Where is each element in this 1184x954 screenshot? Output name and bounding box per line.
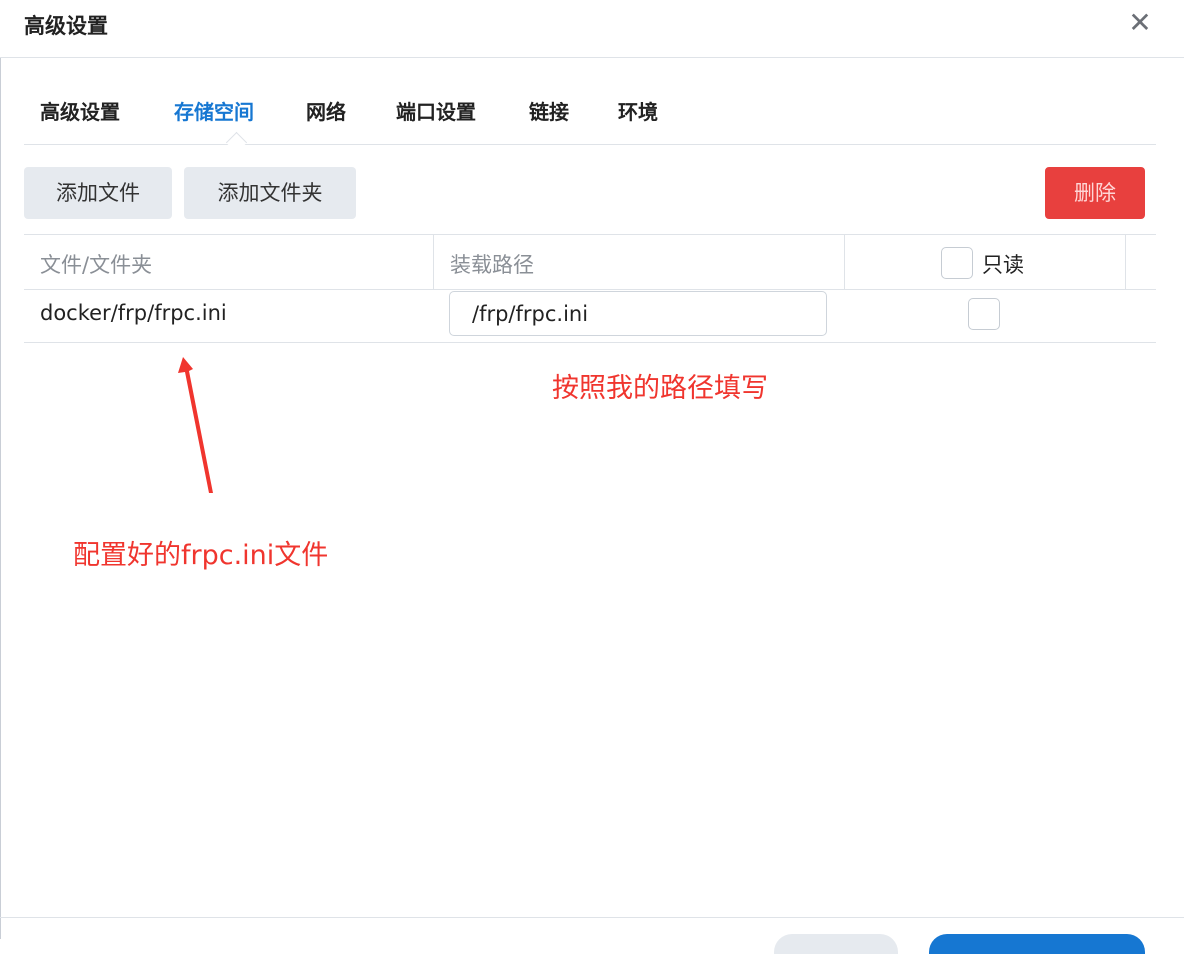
annotation-file-note: 配置好的frpc.ini文件 [73,540,329,571]
cancel-button[interactable] [774,934,898,954]
annotation-arrow [178,357,213,493]
confirm-button[interactable] [929,934,1145,954]
